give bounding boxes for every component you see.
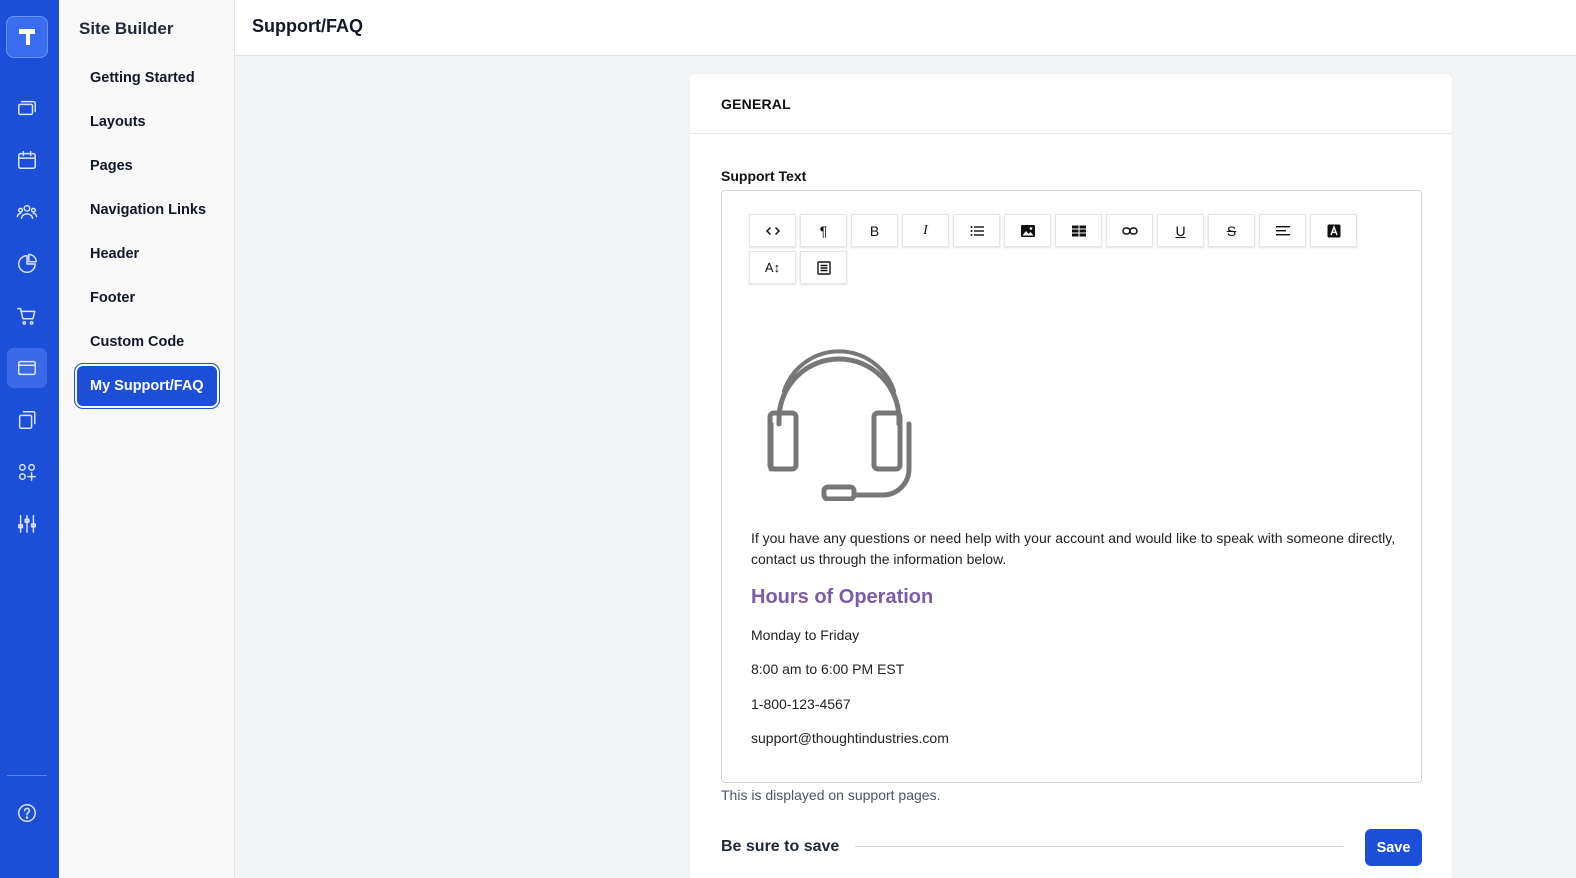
site-builder-sidebar: Site Builder Getting Started Layouts Pag… xyxy=(59,0,235,878)
support-text-label: Support Text xyxy=(721,168,807,184)
field-help-text: This is displayed on support pages. xyxy=(721,787,941,803)
sidebar-item-layouts[interactable]: Layouts xyxy=(77,102,217,142)
save-divider xyxy=(855,846,1343,847)
sidebar-item-header[interactable]: Header xyxy=(77,234,217,274)
sidebar-item-custom-code[interactable]: Custom Code xyxy=(77,322,217,362)
help-icon[interactable] xyxy=(7,793,47,833)
settings-sliders-icon[interactable] xyxy=(7,504,47,544)
icon-rail xyxy=(0,0,59,878)
strikethrough-icon[interactable]: S xyxy=(1208,214,1255,247)
page-title: Support/FAQ xyxy=(252,16,363,36)
users-icon[interactable] xyxy=(7,192,47,232)
sidebar-item-navigation-links[interactable]: Navigation Links xyxy=(77,190,217,230)
font-size-icon[interactable]: A↕ xyxy=(749,251,796,284)
sidebar-item-pages[interactable]: Pages xyxy=(77,146,217,186)
table-icon[interactable] xyxy=(1055,214,1102,247)
hours-days: Monday to Friday xyxy=(751,627,860,643)
bullet-list-icon[interactable] xyxy=(953,214,1000,247)
general-settings-card: GENERAL Support Text ¶ B I U S A↕ If you… xyxy=(689,73,1453,878)
sidebar-item-getting-started[interactable]: Getting Started xyxy=(77,58,217,98)
align-icon[interactable] xyxy=(1259,214,1306,247)
calendar-icon[interactable] xyxy=(7,140,47,180)
page-header: Support/FAQ xyxy=(235,0,1576,56)
image-icon[interactable] xyxy=(1004,214,1051,247)
italic-icon[interactable]: I xyxy=(902,214,949,247)
paragraph-icon[interactable]: ¶ xyxy=(800,214,847,247)
cart-icon[interactable] xyxy=(7,296,47,336)
hours-heading: Hours of Operation xyxy=(751,586,934,608)
logo-icon[interactable] xyxy=(6,16,48,58)
bold-icon[interactable]: B xyxy=(851,214,898,247)
reports-icon[interactable] xyxy=(7,244,47,284)
section-title: GENERAL xyxy=(690,74,1452,134)
support-email: support@thoughtindustries.com xyxy=(751,730,949,746)
support-intro-text: If you have any questions or need help w… xyxy=(751,530,1396,567)
support-phone: 1-800-123-4567 xyxy=(751,696,851,712)
source-icon[interactable] xyxy=(800,251,847,284)
code-view-icon[interactable] xyxy=(749,214,796,247)
apps-icon[interactable] xyxy=(7,452,47,492)
save-button[interactable]: Save xyxy=(1365,829,1422,866)
sidebar-title: Site Builder xyxy=(79,19,174,38)
save-reminder: Be sure to save xyxy=(721,838,840,855)
link-icon[interactable] xyxy=(1106,214,1153,247)
sidebar-item-footer[interactable]: Footer xyxy=(77,278,217,318)
underline-icon[interactable]: U xyxy=(1157,214,1204,247)
hours-time: 8:00 am to 6:00 PM EST xyxy=(751,661,905,677)
font-color-icon[interactable] xyxy=(1310,214,1357,247)
site-builder-icon[interactable] xyxy=(7,348,47,388)
rich-text-editor[interactable]: ¶ B I U S A↕ If you have any questions o… xyxy=(721,190,1422,783)
sidebar-item-my-support-faq[interactable]: My Support/FAQ xyxy=(77,366,217,406)
courses-icon[interactable] xyxy=(7,88,47,128)
editor-content[interactable]: If you have any questions or need help w… xyxy=(751,528,1401,746)
headset-icon xyxy=(767,349,912,501)
rail-divider xyxy=(7,775,47,776)
content-icon[interactable] xyxy=(7,400,47,440)
